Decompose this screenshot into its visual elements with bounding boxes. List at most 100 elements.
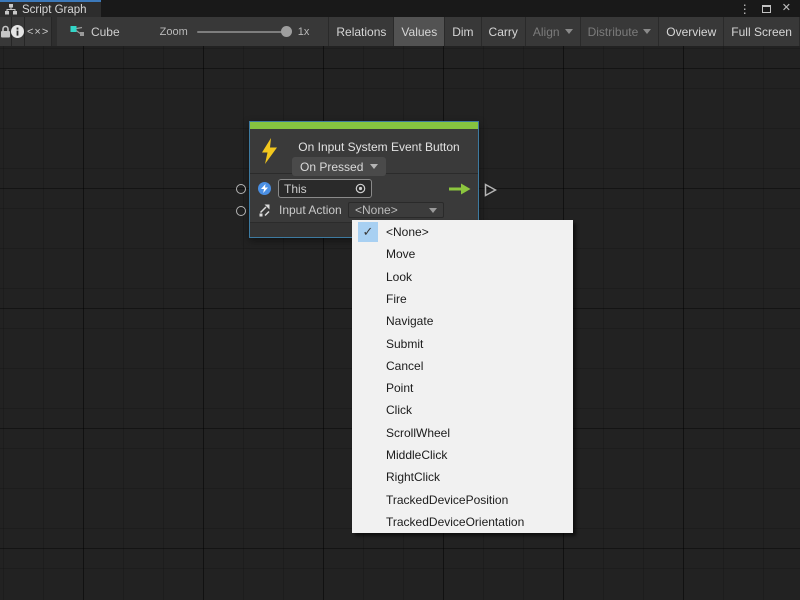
menu-item-label: Navigate — [386, 314, 433, 328]
menu-item-label: Fire — [386, 292, 407, 306]
check-spacer — [358, 289, 378, 309]
menu-item-label: RightClick — [386, 470, 440, 484]
menu-item-middleclick[interactable]: MiddleClick — [352, 444, 573, 466]
zoom-value: 1x — [298, 26, 310, 38]
this-input-field[interactable]: This — [278, 179, 372, 198]
flow-arrow-icon — [449, 183, 471, 195]
menu-item-label: Cancel — [386, 359, 423, 373]
close-icon[interactable]: ✕ — [782, 3, 791, 14]
check-spacer — [358, 356, 378, 376]
maximize-icon[interactable] — [762, 5, 771, 13]
chevron-down-icon — [429, 208, 437, 213]
menu-item-none[interactable]: ✓ <None> — [352, 221, 573, 243]
checkmark-icon: ✓ — [358, 222, 378, 242]
lock-icon — [0, 25, 11, 38]
toolbar-button-dim[interactable]: Dim — [444, 17, 480, 46]
input-action-value: <None> — [355, 203, 398, 217]
this-input-port[interactable] — [236, 184, 246, 194]
graph-hierarchy-icon — [5, 4, 17, 15]
gameobject-icon — [258, 182, 271, 195]
info-icon — [11, 25, 24, 38]
toolbar-button-values[interactable]: Values — [393, 17, 444, 46]
chevron-down-icon — [643, 29, 651, 34]
node-graph-icon — [70, 25, 85, 38]
graph-toolbar: <×> Cube Zoom 1x Relations Values Dim Carry… — [0, 17, 800, 46]
check-spacer — [358, 490, 378, 510]
menu-item-trackeddeviceposition[interactable]: TrackedDevicePosition — [352, 488, 573, 510]
kebab-menu-icon[interactable]: ⋮ — [739, 3, 751, 15]
input-action-label: Input Action — [279, 203, 348, 217]
lightning-bolt-icon — [261, 138, 278, 165]
node-body: This — [250, 174, 478, 222]
toolbar-button-label: Full Screen — [731, 25, 792, 39]
input-action-menu: ✓ <None> Move Look Fire Navigate Submit Cancel P… — [352, 220, 573, 533]
menu-item-look[interactable]: Look — [352, 266, 573, 288]
menu-item-scrollwheel[interactable]: ScrollWheel — [352, 422, 573, 444]
check-spacer — [358, 267, 378, 287]
check-spacer — [358, 334, 378, 354]
menu-item-fire[interactable]: Fire — [352, 288, 573, 310]
check-spacer — [358, 512, 378, 532]
menu-item-trackeddeviceorientation[interactable]: TrackedDeviceOrientation — [352, 511, 573, 533]
menu-item-click[interactable]: Click — [352, 399, 573, 421]
check-spacer — [358, 423, 378, 443]
menu-item-label: <None> — [386, 225, 429, 239]
toolbar-button-label: Values — [401, 25, 437, 39]
check-spacer — [358, 311, 378, 331]
toolbar-button-relations[interactable]: Relations — [328, 17, 393, 46]
zoom-slider[interactable] — [197, 31, 289, 33]
menu-item-label: Look — [386, 270, 412, 284]
menu-item-label: Click — [386, 403, 412, 417]
check-spacer — [358, 400, 378, 420]
toolbar-button-label: Overview — [666, 25, 716, 39]
input-action-icon — [258, 203, 272, 217]
this-value: This — [284, 182, 307, 196]
event-type-value: On Pressed — [300, 160, 363, 174]
toolbar-button-carry[interactable]: Carry — [481, 17, 525, 46]
event-type-dropdown[interactable]: On Pressed — [292, 157, 386, 176]
edit-graph-button[interactable]: <×> — [25, 17, 52, 46]
toolbar-button-label: Relations — [336, 25, 386, 39]
graph-object-reference[interactable]: Cube — [57, 17, 134, 46]
menu-item-label: Point — [386, 381, 413, 395]
menu-item-cancel[interactable]: Cancel — [352, 355, 573, 377]
menu-item-rightclick[interactable]: RightClick — [352, 466, 573, 488]
menu-item-label: MiddleClick — [386, 448, 447, 462]
tab-bar: Script Graph ⋮ ✕ — [0, 0, 800, 17]
check-spacer — [358, 378, 378, 398]
input-action-port-row: Input Action <None> — [250, 200, 478, 220]
toolbar-button-distribute: Distribute — [580, 17, 659, 46]
chevron-down-icon — [565, 29, 573, 34]
toolbar-button-label: Align — [533, 25, 560, 39]
node-header: On Input System Event Button On Pressed — [250, 129, 478, 173]
menu-item-label: TrackedDeviceOrientation — [386, 515, 524, 529]
menu-item-label: Move — [386, 247, 415, 261]
object-picker-icon[interactable] — [355, 183, 366, 194]
check-spacer — [358, 445, 378, 465]
window-buttons: ⋮ ✕ — [739, 0, 800, 17]
menu-item-label: ScrollWheel — [386, 426, 450, 440]
toolbar-buttons: Relations Values Dim Carry Align Distribute Ov… — [328, 17, 800, 46]
menu-item-point[interactable]: Point — [352, 377, 573, 399]
object-name-label: Cube — [91, 25, 120, 39]
toolbar-button-full-screen[interactable]: Full Screen — [723, 17, 800, 46]
graph-canvas[interactable]: On Input System Event Button On Pressed … — [0, 46, 800, 600]
flow-output-port[interactable] — [484, 183, 497, 197]
toolbar-button-label: Carry — [489, 25, 518, 39]
lock-button[interactable] — [0, 17, 11, 46]
input-action-dropdown[interactable]: <None> — [348, 202, 444, 218]
info-button[interactable] — [11, 17, 24, 46]
input-action-input-port[interactable] — [236, 206, 246, 216]
menu-item-navigate[interactable]: Navigate — [352, 310, 573, 332]
chevron-down-icon — [370, 164, 378, 169]
zoom-label: Zoom — [160, 26, 188, 38]
tab-script-graph[interactable]: Script Graph — [0, 0, 101, 17]
toolbar-button-overview[interactable]: Overview — [658, 17, 723, 46]
menu-item-label: TrackedDevicePosition — [386, 493, 508, 507]
toolbar-button-label: Distribute — [588, 25, 639, 39]
menu-item-move[interactable]: Move — [352, 243, 573, 265]
zoom-control: Zoom 1x — [134, 17, 310, 46]
zoom-slider-handle[interactable] — [281, 26, 292, 37]
menu-item-label: Submit — [386, 337, 423, 351]
menu-item-submit[interactable]: Submit — [352, 332, 573, 354]
